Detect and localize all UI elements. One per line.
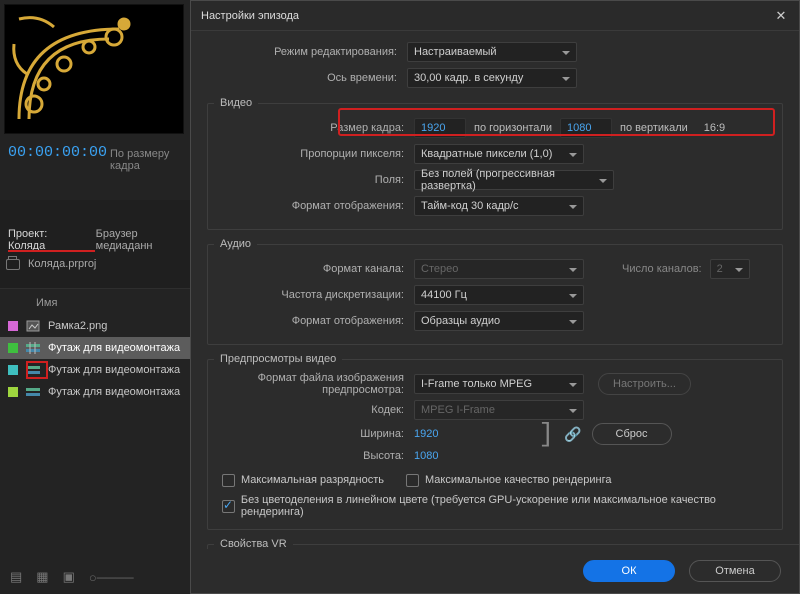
edit-mode-label: Режим редактирования: (207, 46, 407, 58)
preview-height-label: Высота: (214, 450, 414, 462)
max-bit-depth-checkbox[interactable]: Максимальная разрядность (218, 474, 384, 487)
video-display-format-select[interactable]: Тайм-код 30 кадр/с (414, 196, 584, 216)
project-item-list: Рамка2.png Футаж для видеомонтажа Футаж … (0, 315, 190, 403)
codec-label: Кодек: (214, 404, 414, 416)
dialog-footer: ОК Отмена (191, 549, 799, 593)
list-item[interactable]: Рамка2.png (0, 315, 190, 337)
timebase-label: Ось времени: (207, 72, 407, 84)
pixel-aspect-select[interactable]: Квадратные пиксели (1,0) (414, 144, 584, 164)
list-view-icon[interactable]: ▤ (10, 569, 22, 585)
active-tab-underline (8, 250, 95, 252)
configure-button: Настроить... (598, 373, 691, 395)
list-item[interactable]: Футаж для видеомонтажа (0, 381, 190, 403)
tab-project[interactable]: Проект: Коляда (8, 228, 82, 252)
audio-legend: Аудио (214, 238, 257, 250)
preview-section: Предпросмотры видео Формат файла изображ… (207, 353, 783, 530)
frame-horizontal-label: по горизонтали (466, 122, 560, 134)
channel-count-label: Число каналов: (614, 263, 710, 275)
edit-mode-select[interactable]: Настраиваемый (407, 42, 577, 62)
channel-format-label: Формат канала: (214, 263, 414, 275)
sequence-icon (26, 386, 40, 398)
max-render-quality-checkbox[interactable]: Максимальное качество рендеринга (402, 474, 611, 487)
linear-color-checkbox[interactable]: Без цветоделения в линейном цвете (требу… (218, 494, 776, 518)
zoom-fit-label[interactable]: По размеру кадра (110, 148, 190, 172)
dialog-body: Режим редактирования: Настраиваемый Ось … (191, 31, 799, 549)
sequence-icon (26, 364, 40, 376)
codec-select: MPEG I-Frame (414, 400, 584, 420)
vr-section: Свойства VR Проекция: Нет Разметка: Моно… (207, 538, 799, 549)
preview-format-select[interactable]: I-Frame только MPEG (414, 374, 584, 394)
list-item[interactable]: Футаж для видеомонтажа (0, 337, 190, 359)
bin-icon (6, 259, 20, 270)
audio-section: Аудио Формат канала: Стерео Число канало… (207, 238, 783, 345)
preview-width-label: Ширина: (214, 428, 414, 440)
preview-legend: Предпросмотры видео (214, 353, 342, 365)
video-display-format-label: Формат отображения: (214, 200, 414, 212)
cancel-button[interactable]: Отмена (689, 560, 781, 582)
item-label: Футаж для видеомонтажа (48, 386, 180, 398)
sequence-icon (26, 342, 40, 354)
project-panel-tabs: Проект: Коляда Браузер медиаданн (0, 230, 190, 250)
frame-vertical-label: по вертикали (612, 122, 696, 134)
item-label: Футаж для видеомонтажа (48, 364, 180, 376)
audio-display-format-select[interactable]: Образцы аудио (414, 311, 584, 331)
timebase-select[interactable]: 30,00 кадр. в секунду (407, 68, 577, 88)
audio-display-format-label: Формат отображения: (214, 315, 414, 327)
vr-legend: Свойства VR (214, 538, 293, 549)
frame-aspect-label: 16:9 (696, 122, 733, 134)
image-file-icon (26, 320, 40, 332)
icon-view-icon[interactable]: ▦ (36, 569, 48, 585)
fields-label: Поля: (214, 174, 414, 186)
sequence-settings-dialog: Настройки эпизода ✕ Режим редактирования… (190, 0, 800, 594)
video-section: Видео Размер кадра: 1920 по горизонтали … (207, 97, 783, 230)
project-bottom-toolbar: ▤ ▦ ▣ ○──── (0, 560, 200, 594)
link-icon[interactable]: 🔗 (564, 426, 581, 443)
sample-rate-select[interactable]: 44100 Гц (414, 285, 584, 305)
column-header-name[interactable]: Имя (36, 297, 57, 309)
label-swatch (8, 365, 18, 375)
item-label: Рамка2.png (48, 320, 107, 332)
channel-count-select: 2 (710, 259, 750, 279)
channel-format-select: Стерео (414, 259, 584, 279)
pixel-aspect-label: Пропорции пикселя: (214, 148, 414, 160)
label-swatch (8, 343, 18, 353)
source-preview (4, 4, 184, 134)
video-legend: Видео (214, 97, 258, 109)
close-icon[interactable]: ✕ (773, 8, 789, 24)
frame-size-label: Размер кадра: (214, 122, 414, 134)
zoom-slider-icon[interactable]: ○──── (89, 570, 134, 585)
project-file-name: Коляда.prproj (28, 258, 96, 270)
reset-button[interactable]: Сброс (592, 423, 672, 445)
dialog-titlebar: Настройки эпизода ✕ (191, 1, 799, 31)
label-swatch (8, 387, 18, 397)
timecode-display[interactable]: 00:00:00:00 (8, 144, 107, 161)
fields-select[interactable]: Без полей (прогрессивная развертка) (414, 170, 614, 190)
check-icon (222, 500, 235, 513)
sample-rate-label: Частота дискретизации: (214, 289, 414, 301)
preview-width-value[interactable]: 1920 (414, 428, 438, 440)
tab-media-browser[interactable]: Браузер медиаданн (96, 228, 190, 252)
freeform-view-icon[interactable]: ▣ (63, 569, 75, 585)
source-monitor-pane: 00:00:00:00 По размеру кадра (0, 0, 190, 200)
project-file-row: Коляда.prproj (6, 258, 96, 270)
frame-width-input[interactable]: 1920 (414, 118, 466, 138)
ornament-preview (9, 9, 139, 129)
preview-format-label: Формат файла изображения предпросмотра: (214, 372, 414, 396)
frame-height-input[interactable]: 1080 (560, 118, 612, 138)
project-panel: Имя Рамка2.png Футаж для видеомонтажа (0, 288, 190, 560)
list-item[interactable]: Футаж для видеомонтажа (0, 359, 190, 381)
preview-height-value[interactable]: 1080 (414, 450, 438, 462)
item-label: Футаж для видеомонтажа (48, 342, 180, 354)
dialog-title: Настройки эпизода (201, 10, 299, 22)
ok-button[interactable]: ОК (583, 560, 675, 582)
label-swatch (8, 321, 18, 331)
